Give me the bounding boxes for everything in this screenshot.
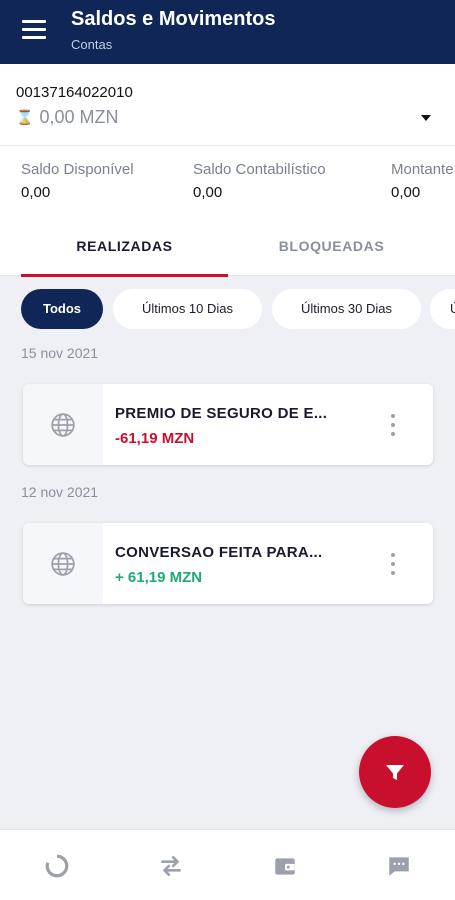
balance-label: Saldo Contabilístico (193, 161, 326, 178)
app-bar: Saldos e Movimentos Contas (0, 0, 455, 64)
transaction-amount: + 61,19 MZN (115, 569, 203, 586)
balance-label: Montante (391, 161, 454, 178)
transfer-arrows-icon (161, 855, 181, 876)
period-filter-chips: Todos Últimos 10 Dias Últimos 30 Dias Ú (0, 289, 455, 329)
tab-bar: REALIZADAS BLOQUEADAS (0, 216, 455, 277)
more-vertical-icon[interactable] (391, 553, 395, 575)
transaction-card[interactable]: CONVERSAO FEITA PARA... + 61,19 MZN (23, 523, 433, 604)
account-balance: 0,00 MZN (39, 107, 119, 127)
tab-bloqueadas[interactable]: BLOQUEADAS (228, 216, 435, 276)
account-balance-row: ⌛ 0,00 MZN (16, 107, 118, 128)
more-vertical-icon[interactable] (391, 414, 395, 436)
dropdown-arrow-icon[interactable] (421, 115, 431, 121)
page-title: Saldos e Movimentos (71, 8, 276, 30)
filter-icon (386, 765, 404, 780)
transaction-icon-box (23, 523, 103, 604)
hourglass-icon: ⌛ (16, 109, 34, 125)
dashboard-ring-icon (45, 854, 69, 877)
chip-more[interactable]: Ú (430, 289, 455, 329)
account-number: 00137164022010 (16, 84, 133, 101)
transaction-icon-box (23, 384, 103, 465)
filter-fab-button[interactable] (359, 736, 431, 808)
balance-value: 0,00 (391, 184, 421, 201)
nav-transfers[interactable] (114, 830, 228, 900)
globe-icon (51, 412, 75, 437)
chip-todos[interactable]: Todos (21, 289, 103, 329)
balance-value: 0,00 (21, 184, 51, 201)
balance-amount: Montante 0,00 (391, 161, 454, 201)
tab-realizadas[interactable]: REALIZADAS (21, 216, 228, 277)
balances-strip: Saldo Disponível 0,00 Saldo Contabilísti… (0, 146, 455, 216)
balance-available: Saldo Disponível 0,00 (21, 161, 134, 201)
chat-icon (389, 856, 409, 876)
chip-last-10-days[interactable]: Últimos 10 Dias (113, 289, 262, 329)
wallet-icon (275, 857, 295, 875)
globe-icon (51, 551, 75, 576)
transaction-description: PREMIO DE SEGURO DE E... (115, 405, 328, 422)
balance-accounting: Saldo Contabilístico 0,00 (193, 161, 326, 201)
date-header: 15 nov 2021 (21, 345, 99, 361)
date-header: 12 nov 2021 (21, 484, 99, 500)
transaction-amount: -61,19 MZN (115, 430, 195, 447)
nav-messages[interactable] (342, 830, 455, 900)
page-subtitle: Contas (71, 37, 113, 52)
nav-wallet[interactable] (228, 830, 342, 900)
transaction-description: CONVERSAO FEITA PARA... (115, 544, 323, 561)
nav-dashboard[interactable] (0, 830, 114, 900)
bottom-navigation (0, 829, 455, 900)
menu-icon[interactable] (22, 20, 46, 40)
balance-value: 0,00 (193, 184, 223, 201)
transaction-card[interactable]: PREMIO DE SEGURO DE E... -61,19 MZN (23, 384, 433, 465)
balance-label: Saldo Disponível (21, 161, 134, 178)
chip-last-30-days[interactable]: Últimos 30 Dias (272, 289, 421, 329)
account-selector[interactable]: 00137164022010 ⌛ 0,00 MZN (0, 64, 455, 146)
